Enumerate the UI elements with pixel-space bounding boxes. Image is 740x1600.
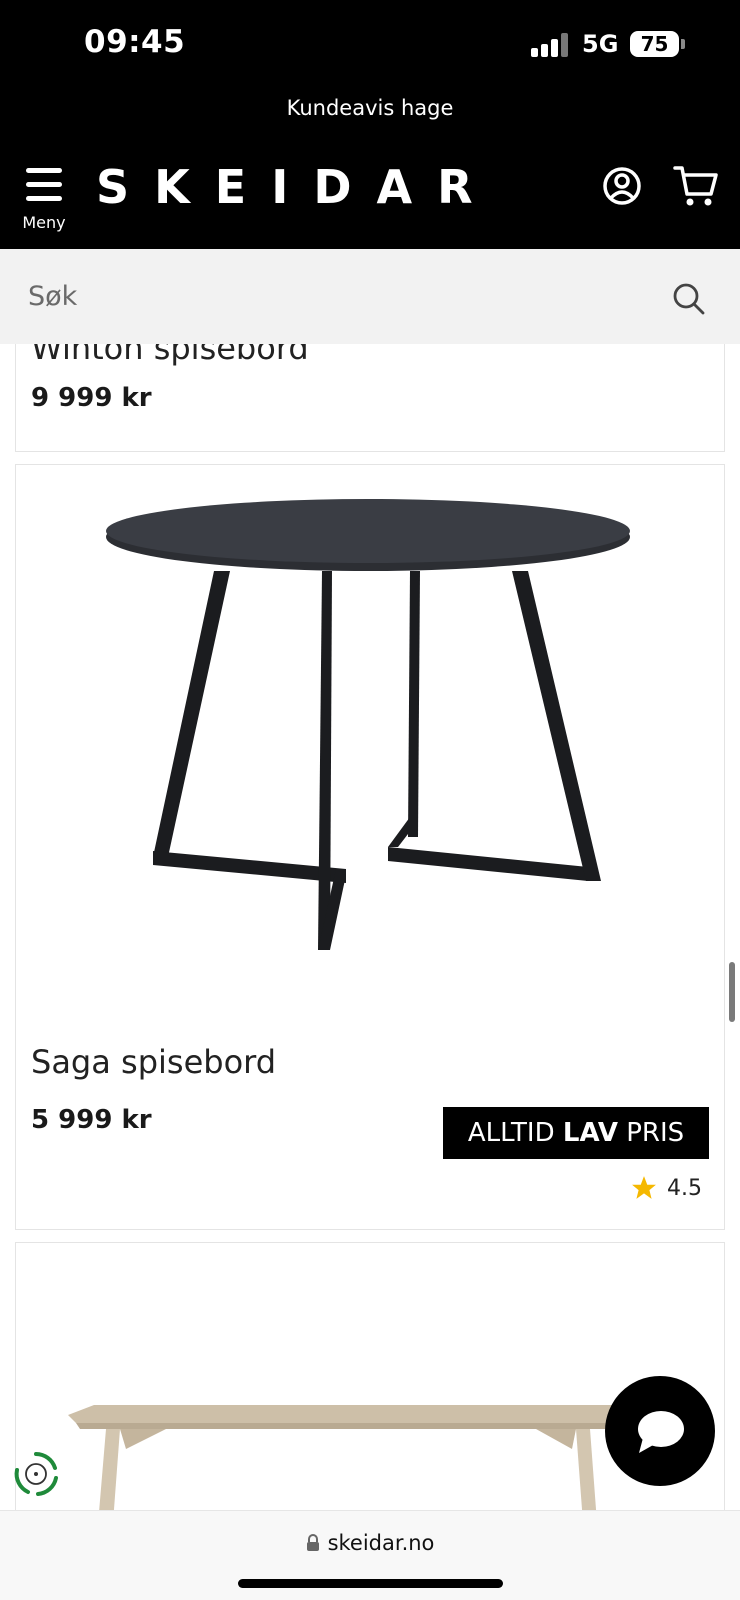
logo[interactable]: SKEIDAR — [96, 160, 498, 214]
site-header: Kundeavis hage Meny SKEIDAR — [0, 88, 740, 249]
battery-icon: 75 — [630, 31, 679, 57]
star-icon — [632, 1176, 656, 1199]
product-card[interactable]: Saga spisebord 5 999 kr ALLTID LAV PRIS … — [15, 464, 725, 1230]
cart-icon[interactable] — [673, 164, 719, 208]
product-name[interactable]: Saga spisebord — [31, 1043, 276, 1081]
search-bar — [0, 249, 740, 344]
product-price: 5 999 kr — [31, 1105, 152, 1135]
search-input[interactable] — [28, 275, 628, 317]
network-type: 5G — [582, 30, 619, 58]
home-indicator[interactable] — [238, 1579, 503, 1588]
scroll-indicator[interactable] — [729, 962, 735, 1022]
url-display[interactable]: skeidar.no — [0, 1531, 740, 1555]
badge-bold: LAV — [562, 1118, 618, 1148]
browser-address-bar[interactable]: skeidar.no — [0, 1510, 740, 1600]
battery-tip — [681, 39, 685, 49]
chat-bubble-icon — [638, 1411, 684, 1453]
url-text: skeidar.no — [327, 1531, 435, 1555]
menu-button[interactable]: Meny — [18, 168, 70, 240]
price-badge: ALLTID LAV PRIS — [443, 1107, 709, 1159]
chat-button[interactable] — [605, 1376, 715, 1486]
signal-icon — [531, 33, 571, 57]
status-time: 09:45 — [84, 24, 186, 60]
product-rating: 4.5 — [631, 1173, 702, 1203]
lock-icon — [306, 1534, 319, 1551]
product-price: 9 999 kr — [31, 383, 152, 413]
badge-prefix: ALLTID — [467, 1118, 563, 1148]
account-icon[interactable] — [602, 166, 642, 206]
product-image[interactable] — [16, 465, 725, 1055]
menu-label: Meny — [22, 213, 66, 232]
search-icon[interactable] — [672, 282, 706, 316]
eco-recycle-icon[interactable] — [12, 1450, 60, 1498]
rating-value: 4.5 — [667, 1175, 702, 1201]
promo-link[interactable]: Kundeavis hage — [0, 96, 740, 120]
badge-suffix: PRIS — [617, 1118, 685, 1148]
status-bar: 09:45 5G 75 — [0, 0, 740, 88]
